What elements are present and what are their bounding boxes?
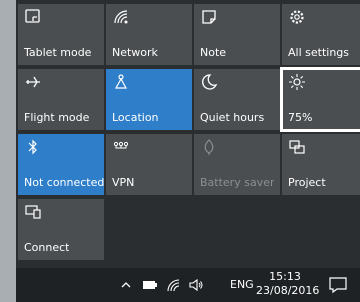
all-settings-tile[interactable]: All settings [282, 4, 360, 65]
gear-icon [288, 8, 306, 26]
vpn-icon [112, 138, 130, 156]
battery-icon[interactable] [142, 276, 158, 294]
tablet-mode-icon [24, 8, 42, 26]
volume-icon[interactable] [188, 276, 204, 294]
flight-mode-tile[interactable]: Flight mode [18, 69, 104, 130]
quiet-hours-tile[interactable]: Quiet hours [194, 69, 280, 130]
connect-label: Connect [24, 241, 70, 254]
connect-tile[interactable]: Connect [18, 199, 104, 260]
brightness-label: 75% [288, 111, 313, 124]
connect-icon [24, 203, 42, 221]
all-settings-label: All settings [288, 46, 349, 59]
clock-time: 15:13 [269, 270, 301, 283]
network-label: Network [112, 46, 158, 59]
bluetooth-label: Not connected [24, 176, 105, 189]
clock[interactable]: 15:13 23/08/2016 [256, 270, 320, 298]
moon-icon [200, 73, 218, 91]
note-label: Note [200, 46, 227, 59]
language-indicator[interactable]: ENG [230, 278, 254, 291]
note-tile[interactable]: Note [194, 4, 280, 65]
brightness-tile[interactable]: 75% [280, 67, 360, 132]
bluetooth-tile[interactable]: Not connected [18, 134, 104, 195]
tablet-mode-tile[interactable]: Tablet mode [18, 4, 104, 65]
clock-date: 23/08/2016 [256, 284, 320, 297]
taskbar: ENG 15:13 23/08/2016 [16, 268, 360, 302]
project-icon [288, 138, 306, 156]
action-center-icon[interactable] [328, 276, 348, 294]
location-label: Location [112, 111, 159, 124]
battery-saver-icon [200, 138, 218, 156]
flight-mode-label: Flight mode [24, 111, 90, 124]
chevron-up-icon[interactable] [120, 276, 132, 294]
quiet-hours-label: Quiet hours [200, 111, 265, 124]
network-icon [112, 8, 130, 26]
tablet-mode-label: Tablet mode [24, 46, 92, 59]
airplane-icon [24, 73, 42, 91]
note-icon [200, 8, 218, 26]
project-label: Project [288, 176, 326, 189]
action-center-panel: Tablet mode Network Note All settings Fl… [16, 0, 360, 268]
vpn-label: VPN [112, 176, 135, 189]
wifi-icon[interactable] [166, 276, 180, 294]
location-icon [112, 73, 130, 91]
location-tile[interactable]: Location [106, 69, 192, 130]
project-tile[interactable]: Project [282, 134, 360, 195]
network-tile[interactable]: Network [106, 4, 192, 65]
brightness-icon [288, 73, 306, 91]
bluetooth-icon [24, 138, 42, 156]
vpn-tile[interactable]: VPN [106, 134, 192, 195]
battery-saver-tile[interactable]: Battery saver [194, 134, 280, 195]
battery-saver-label: Battery saver [200, 176, 275, 189]
